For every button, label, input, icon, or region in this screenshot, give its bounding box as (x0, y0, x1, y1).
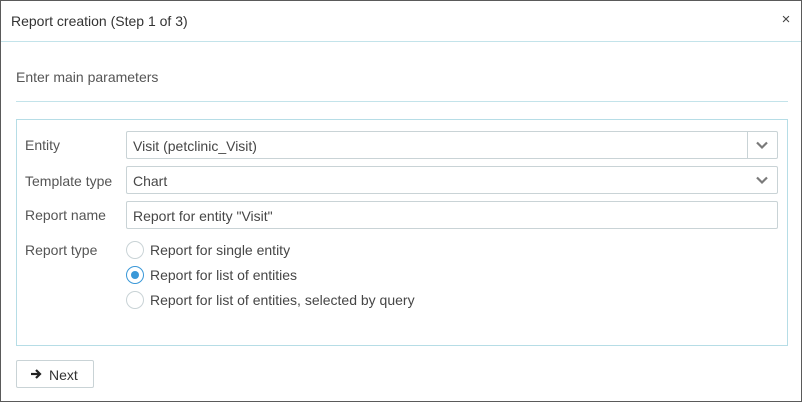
report-type-label: Report type (25, 242, 98, 258)
next-button-label: Next (49, 367, 78, 383)
entity-label: Entity (25, 137, 61, 153)
report-creation-dialog: Report creation (Step 1 of 3) × Enter ma… (0, 0, 802, 402)
radio-button[interactable] (126, 241, 144, 259)
radio-label: Report for list of entities (150, 267, 298, 283)
template-type-value: Chart (133, 173, 168, 189)
report-name-value: Report for entity "Visit" (133, 208, 273, 224)
chevron-down-icon (756, 141, 768, 150)
separator (16, 101, 788, 102)
dialog-title: Report creation (Step 1 of 3) (11, 13, 188, 29)
radio-button[interactable] (126, 266, 144, 284)
step-subtitle: Enter main parameters (16, 69, 159, 85)
template-type-select[interactable]: Chart (126, 166, 778, 194)
report-name-label: Report name (25, 207, 106, 223)
radio-button[interactable] (126, 291, 144, 309)
chevron-down-icon (756, 176, 768, 185)
report-name-input[interactable]: Report for entity "Visit" (126, 201, 778, 229)
close-icon[interactable]: × (779, 12, 793, 28)
radio-label: Report for list of entities, selected by… (150, 292, 415, 308)
template-type-label: Template type (25, 173, 113, 189)
next-button[interactable]: Next (16, 360, 94, 388)
arrow-right-icon (31, 369, 42, 379)
entity-dropdown-button[interactable] (747, 132, 777, 158)
entity-combobox[interactable]: Visit (petclinic_Visit) (126, 131, 778, 159)
radio-label: Report for single entity (150, 242, 291, 258)
entity-value: Visit (petclinic_Visit) (133, 138, 257, 154)
dialog-titlebar: Report creation (Step 1 of 3) × (1, 1, 801, 42)
